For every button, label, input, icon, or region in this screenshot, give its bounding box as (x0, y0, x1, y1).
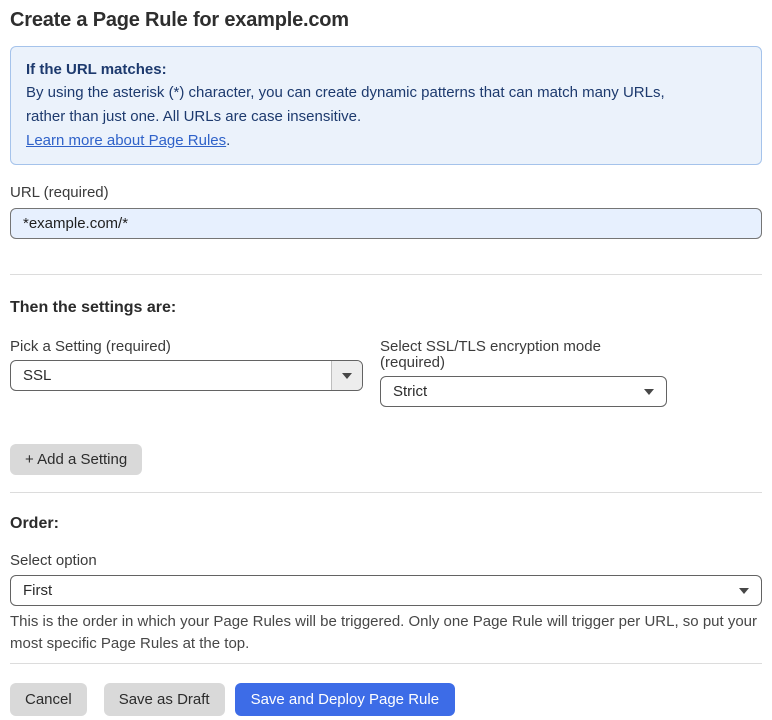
pick-setting-label: Pick a Setting (required) (10, 338, 171, 355)
info-box-link-line: Learn more about Page Rules. (26, 129, 746, 153)
pick-setting-value: SSL (23, 367, 52, 384)
order-help-line: most specific Page Rules at the top. (10, 635, 250, 652)
add-setting-button[interactable]: + Add a Setting (10, 444, 143, 475)
footer-actions: Cancel Save as Draft Save and Deploy Pag… (10, 683, 762, 716)
order-dropdown[interactable]: First (10, 575, 762, 606)
info-box-text-line: By using the asterisk (*) character, you… (26, 84, 665, 101)
learn-more-link[interactable]: Learn more about Page Rules (26, 132, 226, 149)
encryption-mode-dropdown[interactable]: Strict (380, 376, 667, 407)
order-heading: Order: (10, 515, 59, 532)
page-title: Create a Page Rule for example.com (10, 9, 349, 31)
settings-heading: Then the settings are: (10, 299, 177, 316)
encryption-mode-value: Strict (393, 383, 428, 400)
save-deploy-button[interactable]: Save and Deploy Page Rule (234, 683, 456, 716)
info-box-heading: If the URL matches: (26, 61, 167, 78)
save-draft-button[interactable]: Save as Draft (103, 683, 225, 716)
url-label: URL (required) (10, 184, 109, 201)
section-divider (10, 492, 762, 493)
chevron-down-icon (342, 372, 352, 379)
section-divider (10, 663, 762, 664)
info-box-text-line: rather than just one. All URLs are case … (26, 108, 362, 125)
order-value: First (23, 582, 53, 599)
page-rule-form: Create a Page Rule for example.com If th… (0, 9, 772, 716)
pick-setting-dropdown[interactable]: SSL (10, 360, 363, 391)
link-suffix: . (226, 132, 231, 149)
url-input[interactable] (10, 208, 762, 239)
chevron-down-icon (644, 388, 654, 395)
section-divider (10, 274, 762, 275)
pick-setting-column: Pick a Setting (required) SSL (10, 339, 363, 407)
order-help-line: This is the order in which your Page Rul… (10, 613, 758, 630)
encryption-mode-label: Select SSL/TLS encryption mode (required… (380, 338, 601, 371)
order-help-text: This is the order in which your Page Rul… (10, 611, 762, 655)
cancel-button[interactable]: Cancel (10, 683, 87, 716)
settings-row: Pick a Setting (required) SSL Select SSL… (10, 339, 762, 407)
chevron-down-icon (739, 587, 749, 594)
encryption-mode-column: Select SSL/TLS encryption mode (required… (380, 339, 667, 407)
order-select-label: Select option (10, 552, 97, 569)
pick-setting-dropdown-button[interactable] (331, 361, 362, 390)
url-match-info-box: If the URL matches: By using the asteris… (10, 46, 762, 165)
